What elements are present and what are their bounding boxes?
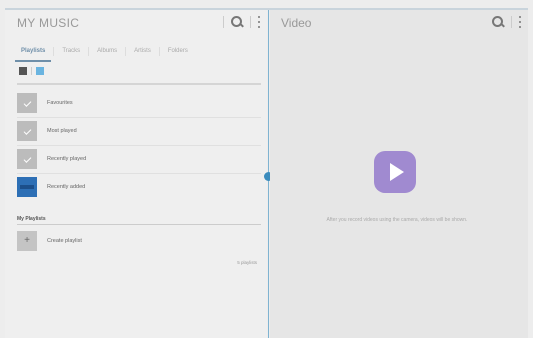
divider-line xyxy=(17,83,261,85)
play-icon xyxy=(390,163,404,181)
music-title-bar: MY MUSIC xyxy=(5,10,267,36)
playlist-item-favourites[interactable]: Favourites xyxy=(17,90,261,116)
create-playlist-label: Create playlist xyxy=(47,238,82,244)
search-icon[interactable] xyxy=(491,15,505,29)
create-playlist-button[interactable]: + Create playlist xyxy=(17,228,261,254)
toggle-separator xyxy=(31,67,32,75)
playlist-item-recently-added[interactable]: Recently added xyxy=(17,174,261,200)
tab-artists[interactable]: Artists xyxy=(126,40,159,62)
toolbar-separator xyxy=(511,16,512,28)
list-item-label: Most played xyxy=(47,128,77,134)
music-toolbar xyxy=(223,15,261,29)
video-app-title: Video xyxy=(281,16,312,30)
add-icon: + xyxy=(17,231,37,251)
section-divider xyxy=(17,224,261,225)
toolbar-separator xyxy=(223,16,224,28)
more-options-icon[interactable] xyxy=(518,16,522,28)
playlist-item-most-played[interactable]: Most played xyxy=(17,118,261,144)
my-playlists-header: My Playlists xyxy=(17,216,46,222)
empty-state-message: After you record videos using the camera… xyxy=(326,217,468,223)
video-pane: Video After you record videos using the … xyxy=(270,10,528,338)
tab-albums[interactable]: Albums xyxy=(89,40,125,62)
playlist-item-recently-played[interactable]: Recently played xyxy=(17,146,261,172)
tab-playlists[interactable]: Playlists xyxy=(13,40,53,62)
list-item-label: Favourites xyxy=(47,100,73,106)
search-icon[interactable] xyxy=(230,15,244,29)
tab-tracks[interactable]: Tracks xyxy=(54,40,88,62)
video-toolbar xyxy=(491,15,522,29)
tab-folders[interactable]: Folders xyxy=(160,40,196,62)
check-icon xyxy=(17,149,37,169)
more-options-icon[interactable] xyxy=(257,16,261,28)
music-app-title: MY MUSIC xyxy=(17,16,80,30)
list-item-label: Recently played xyxy=(47,156,87,162)
grid-view-icon[interactable] xyxy=(36,67,44,75)
music-tabs: Playlists Tracks Albums Artists Folders xyxy=(13,40,261,62)
list-item-label: Recently added xyxy=(47,184,86,190)
video-app-tile xyxy=(374,151,416,193)
toolbar-separator xyxy=(250,16,251,28)
view-toggle xyxy=(19,67,44,75)
music-pane: MY MUSIC Playlists Tracks Albums Artists… xyxy=(5,10,267,338)
album-art-thumbnail xyxy=(17,177,37,197)
check-icon xyxy=(17,121,37,141)
check-icon xyxy=(17,93,37,113)
playlist-count: 5 playlists xyxy=(237,260,257,265)
list-view-icon[interactable] xyxy=(19,67,27,75)
